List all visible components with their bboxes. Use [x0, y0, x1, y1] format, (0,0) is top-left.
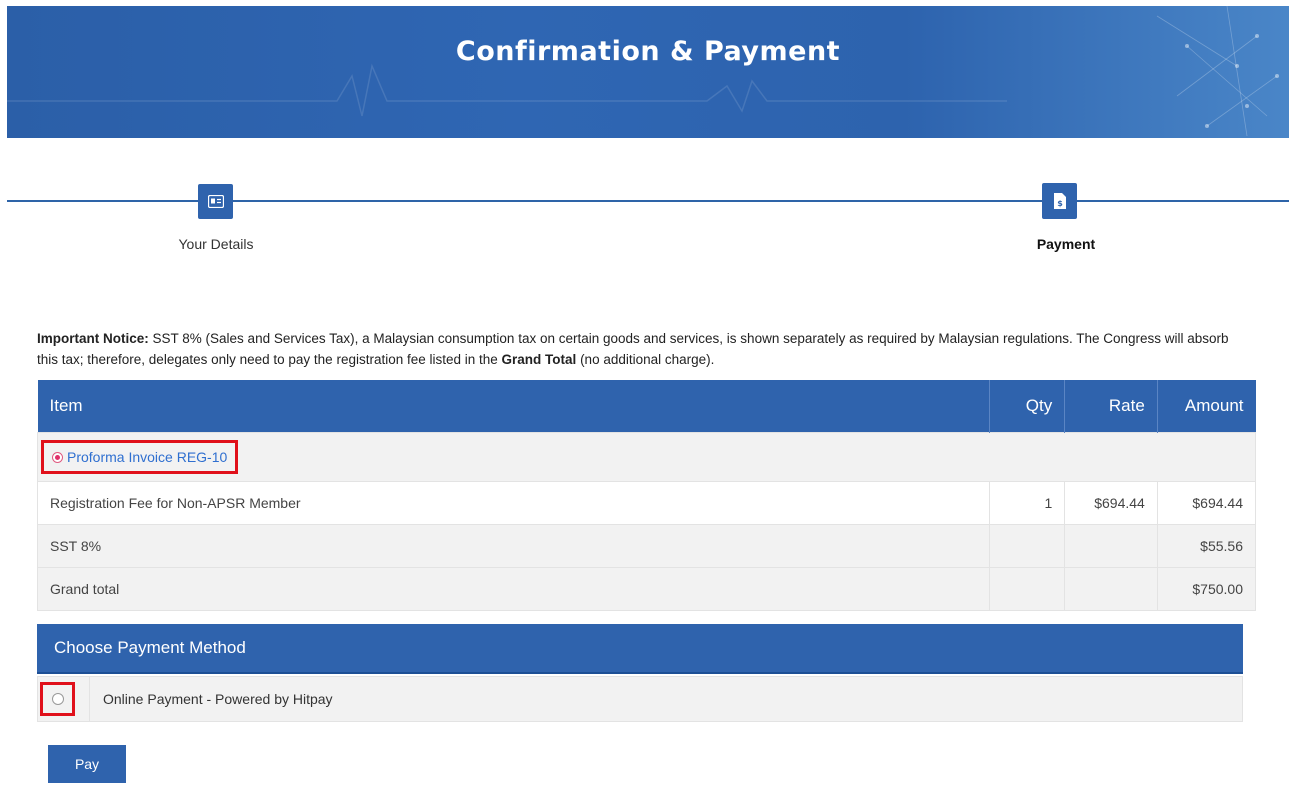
step-payment[interactable]: $: [1042, 183, 1077, 219]
header-qty: Qty: [989, 380, 1066, 433]
id-card-icon: [207, 195, 224, 208]
table-row: Grand total $750.00: [37, 567, 1257, 611]
payment-radio-button[interactable]: [51, 693, 64, 705]
header-item: Item: [37, 380, 990, 433]
table-row: Registration Fee for Non-APSR Member 1 $…: [37, 481, 1257, 525]
proforma-row: Proforma Invoice REG-10: [37, 432, 1256, 482]
row-rate: [1064, 524, 1158, 568]
payment-option-hitpay[interactable]: Online Payment - Powered by Hitpay: [37, 676, 1243, 722]
proforma-invoice-link[interactable]: Proforma Invoice REG-10: [41, 440, 239, 474]
table-header-row: Item Qty Rate Amount: [37, 380, 1256, 433]
proforma-label: Proforma Invoice REG-10: [67, 449, 228, 465]
row-amount: $55.56: [1156, 524, 1257, 568]
payment-radio-cell: [38, 677, 90, 721]
pay-button[interactable]: Pay: [48, 745, 126, 783]
row-qty: 1: [988, 481, 1066, 525]
payment-radio-highlight: [40, 682, 75, 716]
proforma-radio-icon: [52, 451, 63, 463]
row-amount: $694.44: [1156, 481, 1257, 525]
table-row: SST 8% $55.56: [37, 524, 1257, 568]
row-rate: $694.44: [1064, 481, 1158, 525]
header-rate: Rate: [1064, 380, 1158, 433]
invoice-table: Item Qty Rate Amount Proforma Invoice RE…: [37, 380, 1257, 611]
step-your-details[interactable]: [198, 184, 233, 219]
header-amount: Amount: [1157, 380, 1256, 433]
step-label-your-details: Your Details: [178, 236, 254, 252]
proforma-cell: Proforma Invoice REG-10: [37, 432, 1256, 482]
row-qty: [988, 567, 1066, 611]
notice-text-2: (no additional charge).: [576, 352, 715, 367]
notice-label: Important Notice:: [37, 331, 149, 346]
step-label-payment: Payment: [1036, 236, 1096, 252]
row-rate: [1064, 567, 1158, 611]
svg-text:$: $: [1057, 199, 1063, 208]
invoice-dollar-icon: $: [1053, 193, 1066, 209]
heartbeat-graphic: [7, 6, 1279, 137]
row-qty: [988, 524, 1066, 568]
row-amount: $750.00: [1156, 567, 1257, 611]
notice-bold: Grand Total: [501, 352, 577, 367]
row-item: Registration Fee for Non-APSR Member: [37, 481, 990, 525]
page-title: Confirmation & Payment: [455, 36, 841, 67]
important-notice: Important Notice: SST 8% (Sales and Serv…: [37, 328, 1252, 370]
row-item: Grand total: [37, 567, 990, 611]
payment-method-heading: Choose Payment Method: [37, 624, 1243, 674]
payment-option-label: Online Payment - Powered by Hitpay: [103, 691, 333, 707]
header-banner: Confirmation & Payment: [7, 6, 1289, 138]
row-item: SST 8%: [37, 524, 990, 568]
